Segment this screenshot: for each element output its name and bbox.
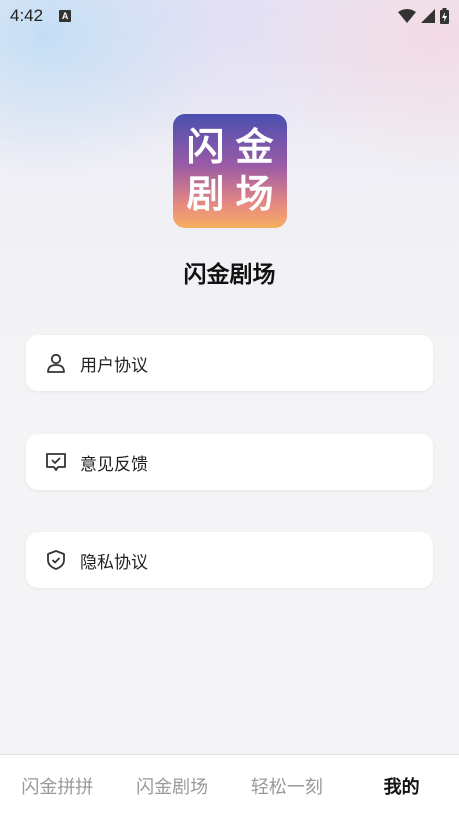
status-time: 4:42 bbox=[10, 6, 44, 25]
menu-item-label: 意见反馈 bbox=[80, 454, 148, 475]
tab-shanjin-theater[interactable]: 闪金剧场 bbox=[115, 773, 230, 799]
notification-icon: A bbox=[59, 10, 72, 22]
menu-item-label: 隐私协议 bbox=[80, 552, 148, 573]
tab-relax-moment[interactable]: 轻松一刻 bbox=[230, 773, 345, 799]
user-agreement-button[interactable]: 用户协议 bbox=[26, 335, 433, 391]
battery-charging-icon bbox=[440, 8, 449, 24]
app-logo: 闪 金 剧 场 bbox=[173, 114, 287, 228]
menu-item-label: 用户协议 bbox=[80, 355, 148, 376]
tab-mine[interactable]: 我的 bbox=[344, 773, 459, 799]
logo-char: 场 bbox=[235, 172, 274, 216]
app-title: 闪金剧场 bbox=[183, 262, 276, 288]
privacy-policy-button[interactable]: 隐私协议 bbox=[26, 532, 433, 588]
shield-check-icon bbox=[44, 548, 68, 572]
feedback-icon bbox=[44, 450, 68, 474]
signal-icon bbox=[421, 9, 435, 23]
bottom-tab-bar: 闪金拼拼 闪金剧场 轻松一刻 我的 bbox=[0, 754, 459, 817]
logo-char: 金 bbox=[235, 125, 274, 169]
feedback-button[interactable]: 意见反馈 bbox=[26, 434, 433, 490]
status-bar: 4:42 A bbox=[0, 0, 459, 32]
logo-char: 剧 bbox=[186, 172, 225, 216]
wifi-icon bbox=[398, 9, 416, 23]
person-icon bbox=[44, 351, 68, 375]
tab-shanjin-pinpin[interactable]: 闪金拼拼 bbox=[0, 773, 115, 799]
logo-char: 闪 bbox=[186, 125, 225, 169]
